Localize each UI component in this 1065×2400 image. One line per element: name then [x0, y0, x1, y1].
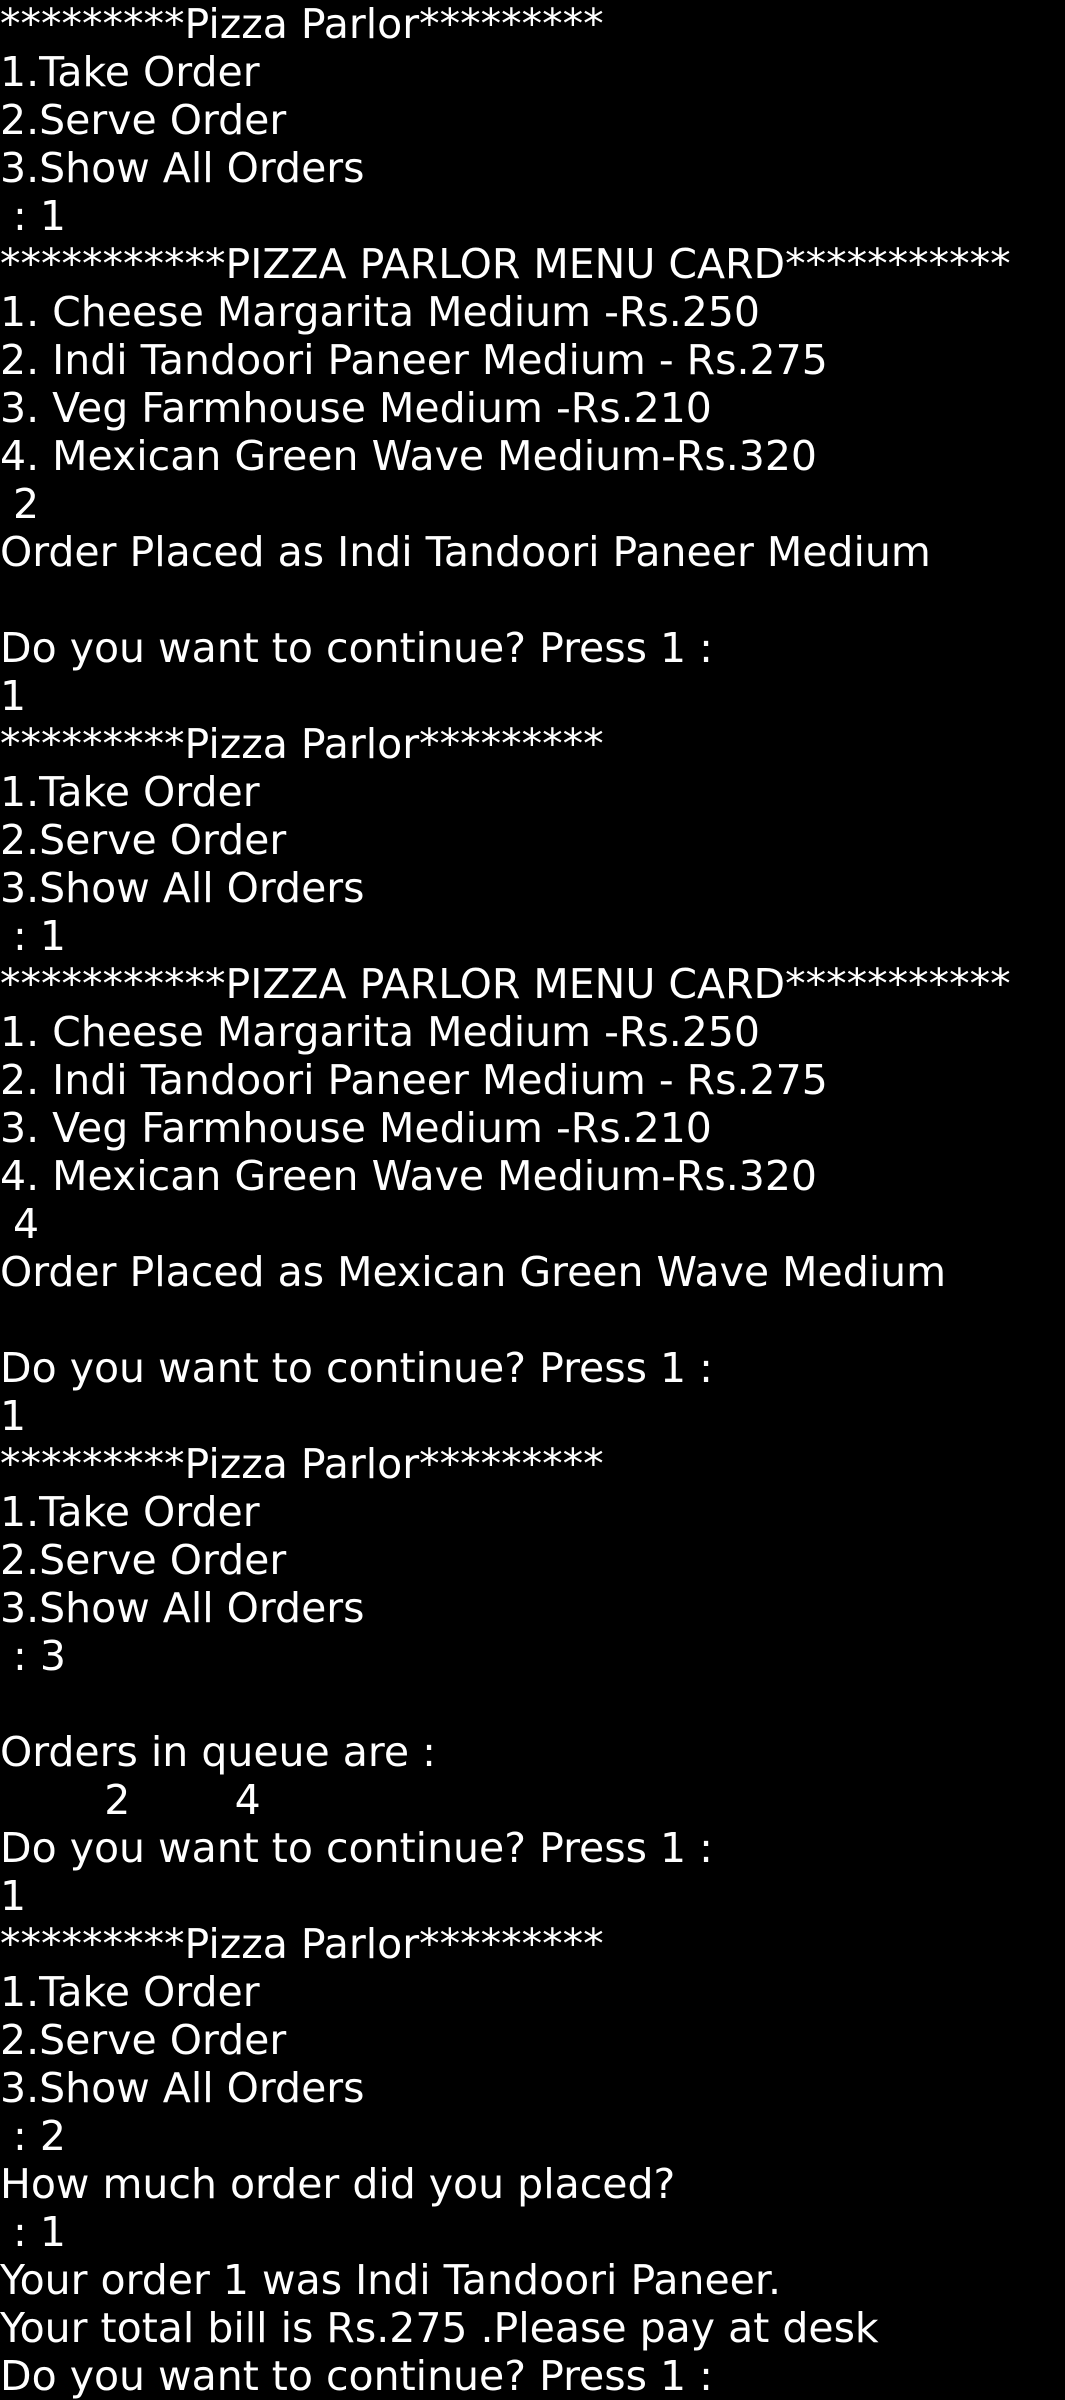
menu-item-4: 4. Mexican Green Wave Medium-Rs.320 — [0, 432, 817, 480]
order-placed-line: Order Placed as Indi Tandoori Paneer Med… — [0, 528, 931, 576]
orders-queue-label: Orders in queue are : — [0, 1728, 436, 1776]
menu-item-3: 3. Veg Farmhouse Medium -Rs.210 — [0, 384, 712, 432]
menu-item-4: 4. Mexican Green Wave Medium-Rs.320 — [0, 1152, 817, 1200]
menu-option-show-orders: 3.Show All Orders — [0, 144, 365, 192]
terminal-output: *********Pizza Parlor********* 1.Take Or… — [0, 0, 1065, 2400]
menu-item-2: 2. Indi Tandoori Paneer Medium - Rs.275 — [0, 1056, 828, 1104]
order-served-line: Your order 1 was Indi Tandoori Paneer. — [0, 2256, 782, 2304]
continue-prompt-line: Do you want to continue? Press 1 : — [0, 1824, 713, 1872]
menu-option-show-orders: 3.Show All Orders — [0, 1584, 365, 1632]
input-pizza-line: 4 — [0, 1200, 40, 1248]
menu-option-take-order: 1.Take Order — [0, 1488, 260, 1536]
menu-option-serve-order: 2.Serve Order — [0, 96, 287, 144]
menu-option-serve-order: 2.Serve Order — [0, 816, 287, 864]
menu-option-serve-order: 2.Serve Order — [0, 2016, 287, 2064]
input-continue-line: 1 — [0, 1872, 27, 1920]
menu-option-take-order: 1.Take Order — [0, 48, 260, 96]
input-continue-line: 1 — [0, 672, 27, 720]
menu-item-1: 1. Cheese Margarita Medium -Rs.250 — [0, 288, 761, 336]
input-choice-line: : 1 — [0, 192, 66, 240]
continue-prompt-line: Do you want to continue? Press 1 : — [0, 624, 713, 672]
input-pizza-line: 2 — [0, 480, 40, 528]
input-order-number-line: : 1 — [0, 2208, 66, 2256]
input-continue-line: 1 — [0, 1392, 27, 1440]
orders-queue-values: 2 4 — [0, 1776, 261, 1824]
menu-option-show-orders: 3.Show All Orders — [0, 864, 365, 912]
menu-option-serve-order: 2.Serve Order — [0, 1536, 287, 1584]
banner-line: *********Pizza Parlor********* — [0, 1440, 604, 1488]
menu-item-3: 3. Veg Farmhouse Medium -Rs.210 — [0, 1104, 712, 1152]
banner-line: *********Pizza Parlor********* — [0, 720, 604, 768]
menu-option-take-order: 1.Take Order — [0, 1968, 260, 2016]
menu-option-show-orders: 3.Show All Orders — [0, 2064, 365, 2112]
input-choice-line: : 3 — [0, 1632, 66, 1680]
order-number-prompt: How much order did you placed? — [0, 2160, 676, 2208]
banner-line: *********Pizza Parlor********* — [0, 1920, 604, 1968]
menu-card-header: ***********PIZZA PARLOR MENU CARD*******… — [0, 240, 1011, 288]
menu-option-take-order: 1.Take Order — [0, 768, 260, 816]
input-choice-line: : 1 — [0, 912, 66, 960]
continue-prompt-line: Do you want to continue? Press 1 : — [0, 2352, 713, 2400]
menu-item-2: 2. Indi Tandoori Paneer Medium - Rs.275 — [0, 336, 828, 384]
banner-line: *********Pizza Parlor********* — [0, 0, 604, 48]
menu-card-header: ***********PIZZA PARLOR MENU CARD*******… — [0, 960, 1011, 1008]
input-choice-line: : 2 — [0, 2112, 66, 2160]
continue-prompt-line: Do you want to continue? Press 1 : — [0, 1344, 713, 1392]
menu-item-1: 1. Cheese Margarita Medium -Rs.250 — [0, 1008, 761, 1056]
order-placed-line: Order Placed as Mexican Green Wave Mediu… — [0, 1248, 947, 1296]
bill-line: Your total bill is Rs.275 .Please pay at… — [0, 2304, 879, 2352]
